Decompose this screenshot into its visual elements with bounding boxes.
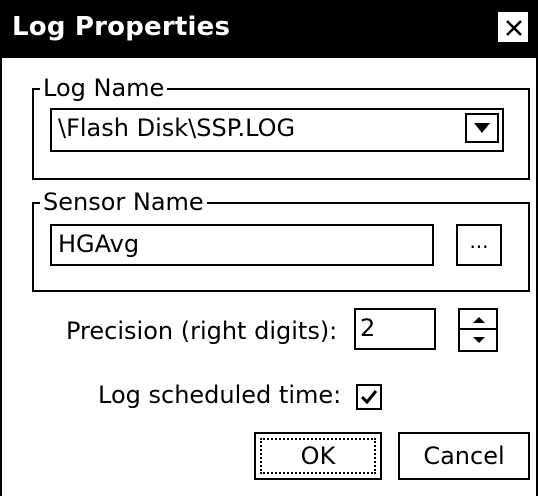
sensor-name-value: HGAvg [58, 230, 140, 258]
dialog-title: Log Properties [12, 12, 231, 42]
close-icon [506, 20, 522, 36]
precision-input[interactable]: 2 [354, 308, 436, 350]
sensor-name-group: Sensor Name HGAvg ... [32, 187, 530, 292]
log-scheduled-time-checkbox[interactable] [356, 384, 382, 410]
caret-up-icon [473, 317, 485, 323]
precision-value: 2 [360, 314, 376, 342]
checkmark-icon [360, 390, 378, 405]
sensor-browse-label: ... [469, 229, 489, 253]
chevron-down-icon [474, 123, 490, 133]
caret-down-icon [473, 337, 485, 343]
precision-label: Precision (right digits): [66, 317, 338, 345]
log-name-group: Log Name \Flash Disk\SSP.LOG [32, 73, 530, 180]
precision-spinner [458, 308, 498, 352]
precision-decrement-button[interactable] [458, 330, 498, 352]
log-properties-dialog: Log Properties Log Name \Flash Disk\SSP.… [0, 0, 538, 496]
log-name-dropdown-button[interactable] [465, 113, 499, 143]
log-scheduled-time-label: Log scheduled time: [98, 381, 342, 409]
close-button[interactable] [496, 10, 530, 44]
log-name-value: \Flash Disk\SSP.LOG [58, 114, 296, 142]
precision-increment-button[interactable] [458, 308, 498, 330]
ok-button[interactable]: OK [254, 432, 382, 480]
log-name-combobox[interactable]: \Flash Disk\SSP.LOG [50, 108, 504, 152]
sensor-name-legend: Sensor Name [40, 187, 207, 217]
sensor-name-input[interactable]: HGAvg [50, 224, 434, 266]
cancel-button[interactable]: Cancel [398, 432, 530, 480]
log-name-legend: Log Name [40, 73, 168, 103]
ok-focus-ring [260, 438, 376, 474]
cancel-button-label: Cancel [423, 442, 505, 470]
title-bar: Log Properties [2, 0, 538, 58]
sensor-browse-button[interactable]: ... [456, 224, 502, 266]
